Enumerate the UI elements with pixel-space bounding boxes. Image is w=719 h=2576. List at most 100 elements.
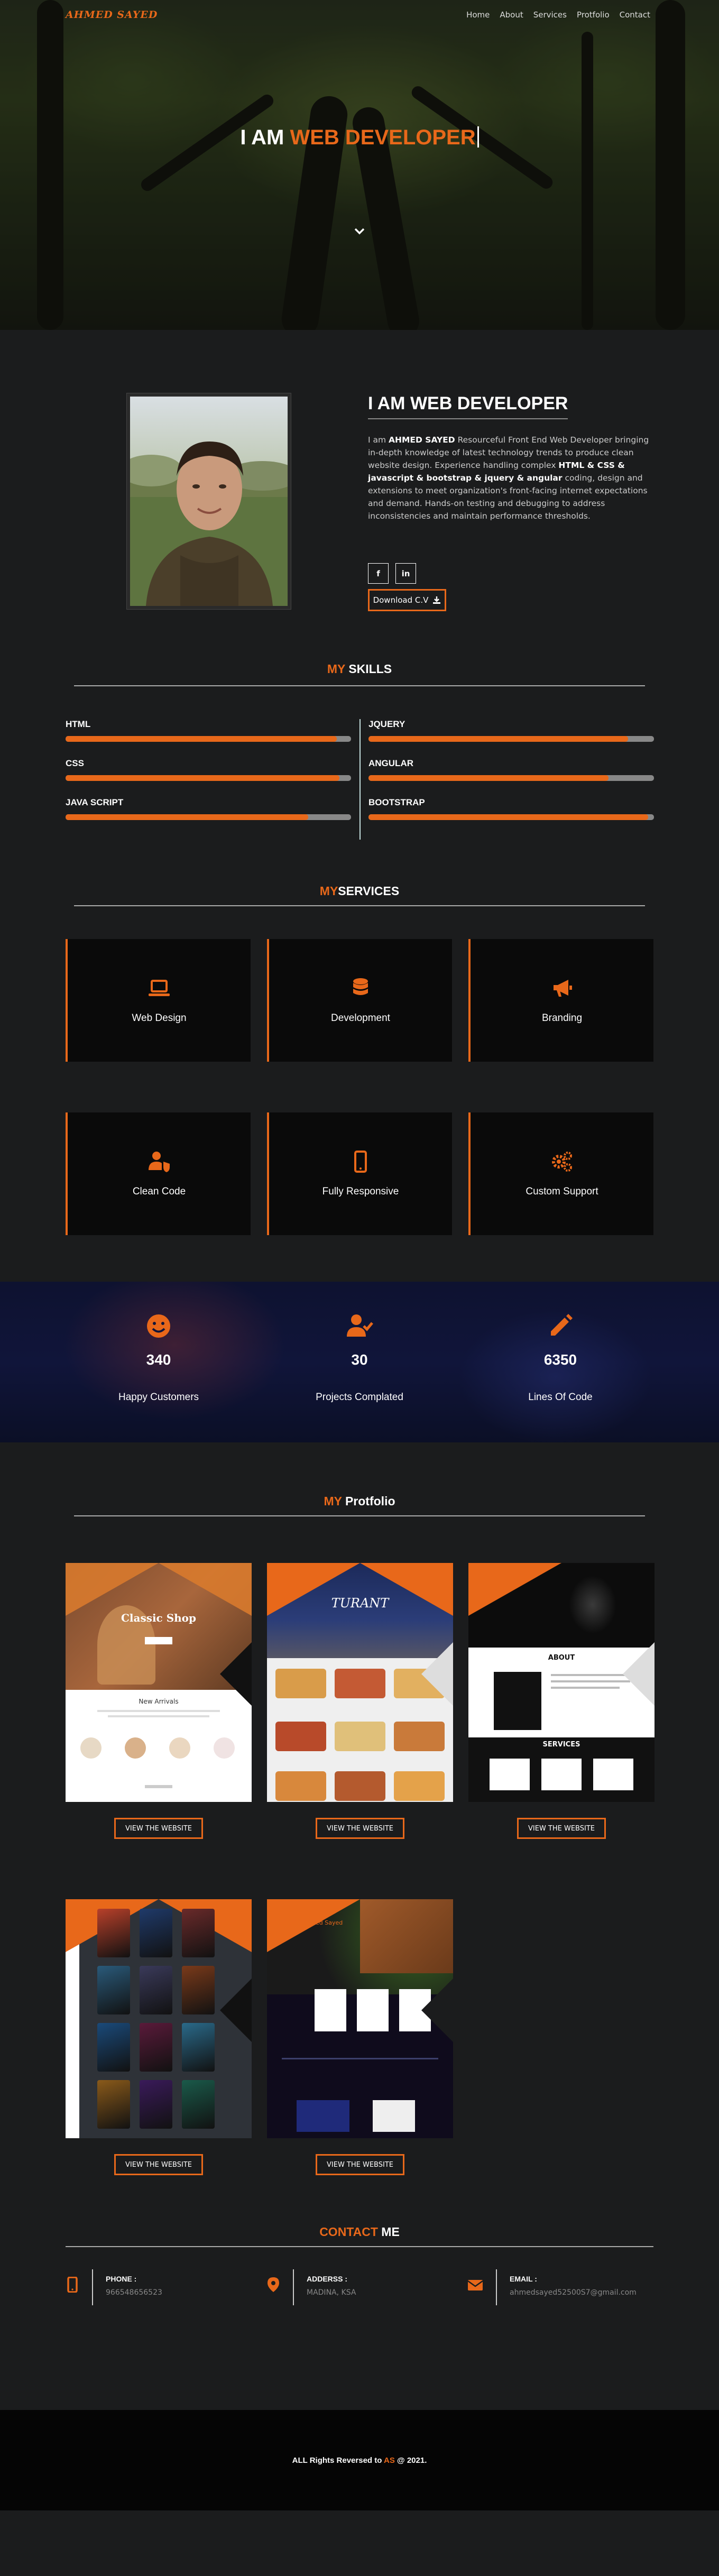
footer-text: ALL Rights Reversed to AS @ 2021. bbox=[292, 2456, 427, 2465]
portfolio-item: Classic Shop New Arrivals VIEW THE WEBSI… bbox=[66, 1563, 252, 1839]
view-website-button[interactable]: VIEW THE WEBSITE bbox=[316, 2154, 404, 2175]
profile-photo bbox=[127, 393, 291, 609]
user-shield-icon bbox=[149, 1152, 170, 1172]
portfolio-item: ABOUT SERVICES VIEW THE WEBSITE bbox=[468, 1563, 655, 1839]
skill-label: BOOTSTRAP bbox=[368, 797, 425, 807]
skills-divider bbox=[360, 719, 361, 840]
skills-heading-underline bbox=[74, 685, 645, 686]
contact-phone: PHONE : 966548656523 bbox=[66, 2269, 162, 2305]
services-section: MYSERVICES Web Design Development Brandi… bbox=[0, 884, 719, 1282]
movie-poster bbox=[182, 1909, 215, 1957]
service-label: Custom Support bbox=[526, 1186, 598, 1197]
footer-text-after: @ 2021. bbox=[394, 2455, 427, 2465]
contact-value[interactable]: 966548656523 bbox=[106, 2288, 162, 2297]
logo[interactable]: AHMED SAYED bbox=[66, 9, 158, 21]
portfolio-item: VIEW THE WEBSITE bbox=[66, 1899, 252, 2175]
portfolio-screenshot[interactable]: Hi, I'm Ahmed Sayed bbox=[267, 1899, 453, 2138]
laptop-icon bbox=[149, 980, 170, 996]
skill-bar-fill bbox=[368, 736, 629, 742]
nav-link-services[interactable]: Services bbox=[533, 10, 567, 20]
service-card-clean-code[interactable]: Clean Code bbox=[66, 1112, 251, 1235]
nav-link-about[interactable]: About bbox=[500, 10, 523, 20]
portfolio-heading: MY Protfolio bbox=[0, 1494, 719, 1508]
skill-bar-fill bbox=[368, 775, 609, 781]
skill-bar-fill bbox=[66, 814, 308, 820]
movie-poster bbox=[97, 1966, 130, 2014]
movie-poster bbox=[97, 2080, 130, 2129]
portfolio-shot-title: Classic Shop bbox=[121, 1612, 197, 1624]
footer-accent: AS bbox=[384, 2455, 395, 2465]
view-website-button[interactable]: VIEW THE WEBSITE bbox=[114, 1818, 203, 1839]
nav-link-portfolio[interactable]: Protfolio bbox=[577, 10, 610, 20]
linkedin-icon[interactable]: in bbox=[395, 563, 416, 584]
contact-heading-underline bbox=[66, 2246, 653, 2247]
service-label: Development bbox=[331, 1013, 390, 1024]
service-card-fully-responsive[interactable]: Fully Responsive bbox=[267, 1112, 452, 1235]
user-check-icon bbox=[347, 1314, 373, 1337]
portfolio-screenshot[interactable]: TURANT bbox=[267, 1563, 453, 1802]
service-card-web-design[interactable]: Web Design bbox=[66, 939, 251, 1062]
skill-bar bbox=[66, 775, 351, 781]
stats-section: 340 Happy Customers 30 Projects Complate… bbox=[0, 1282, 719, 1442]
movie-poster bbox=[140, 1909, 172, 1957]
nav-link-home[interactable]: Home bbox=[466, 10, 490, 20]
service-card-custom-support[interactable]: Custom Support bbox=[468, 1112, 653, 1235]
about-description: I am AHMED SAYED Resourceful Front End W… bbox=[368, 434, 653, 522]
portfolio-screenshot[interactable] bbox=[66, 1899, 252, 2138]
view-website-button[interactable]: VIEW THE WEBSITE bbox=[316, 1818, 404, 1839]
location-pin-icon bbox=[268, 2277, 279, 2292]
view-website-button[interactable]: VIEW THE WEBSITE bbox=[114, 2154, 203, 2175]
hero-overlay bbox=[0, 0, 719, 330]
nav-link-contact[interactable]: Contact bbox=[620, 10, 650, 20]
skill-label: CSS bbox=[66, 758, 84, 768]
contact-heading: CONTACT ME bbox=[0, 2225, 719, 2239]
movie-poster bbox=[140, 2023, 172, 2072]
about-intro: I am bbox=[368, 435, 389, 445]
services-heading: MYSERVICES bbox=[0, 884, 719, 898]
skill-bar-fill bbox=[66, 736, 337, 742]
mobile-icon bbox=[354, 1151, 367, 1173]
skill-css: CSS bbox=[66, 758, 351, 781]
skill-bar bbox=[66, 736, 351, 742]
contact-value[interactable]: ahmedsayed52500S7@gmail.com bbox=[510, 2288, 637, 2297]
service-label: Branding bbox=[541, 1013, 583, 1024]
mobile-icon bbox=[67, 2277, 78, 2293]
smile-icon bbox=[147, 1314, 170, 1338]
skill-label: JAVA SCRIPT bbox=[66, 797, 124, 807]
skill-label: ANGULAR bbox=[368, 758, 413, 768]
service-label: Clean Code bbox=[132, 1186, 186, 1197]
megaphone-icon bbox=[554, 980, 572, 997]
movie-poster bbox=[97, 1909, 130, 1957]
service-card-development[interactable]: Development bbox=[267, 939, 452, 1062]
contact-heading-rest: ME bbox=[377, 2225, 400, 2239]
portfolio-screenshot[interactable]: Classic Shop New Arrivals bbox=[66, 1563, 252, 1802]
portfolio-item: Hi, I'm Ahmed Sayed VIEW THE WEBSITE bbox=[267, 1899, 453, 2175]
facebook-icon[interactable]: f bbox=[368, 563, 389, 584]
portfolio-shot-subtitle: SERVICES bbox=[542, 1741, 580, 1749]
contact-heading-accent: CONTACT bbox=[319, 2225, 378, 2239]
movie-poster bbox=[140, 1966, 172, 2014]
navbar: AHMED SAYED Home About Services Protfoli… bbox=[0, 0, 719, 30]
contact-separator bbox=[496, 2269, 497, 2305]
portfolio-screenshot[interactable]: ABOUT SERVICES bbox=[468, 1563, 655, 1802]
movie-poster bbox=[182, 2080, 215, 2129]
chevron-down-icon[interactable] bbox=[353, 225, 366, 237]
skill-java-script: JAVA SCRIPT bbox=[66, 797, 351, 820]
download-icon bbox=[433, 596, 441, 604]
skill-bar bbox=[66, 814, 351, 820]
download-cv-label: Download C.V bbox=[373, 595, 429, 605]
skill-bar-fill bbox=[368, 814, 649, 820]
portfolio-shot-title: TURANT bbox=[331, 1596, 389, 1611]
view-website-button[interactable]: VIEW THE WEBSITE bbox=[517, 1818, 606, 1839]
service-card-branding[interactable]: Branding bbox=[468, 939, 653, 1062]
portfolio-heading-accent: MY bbox=[324, 1494, 342, 1508]
stat-label: Happy Customers bbox=[118, 1392, 199, 1403]
gears-icon bbox=[552, 1152, 572, 1172]
contact-separator bbox=[293, 2269, 294, 2305]
footer: ALL Rights Reversed to AS @ 2021. bbox=[0, 2410, 719, 2510]
services-heading-rest: SERVICES bbox=[338, 884, 400, 898]
portfolio-heading-rest: Protfolio bbox=[342, 1494, 395, 1508]
services-heading-accent: MY bbox=[319, 884, 338, 898]
contact-value: MADINA, KSA bbox=[307, 2288, 356, 2297]
download-cv-button[interactable]: Download C.V bbox=[368, 589, 446, 611]
